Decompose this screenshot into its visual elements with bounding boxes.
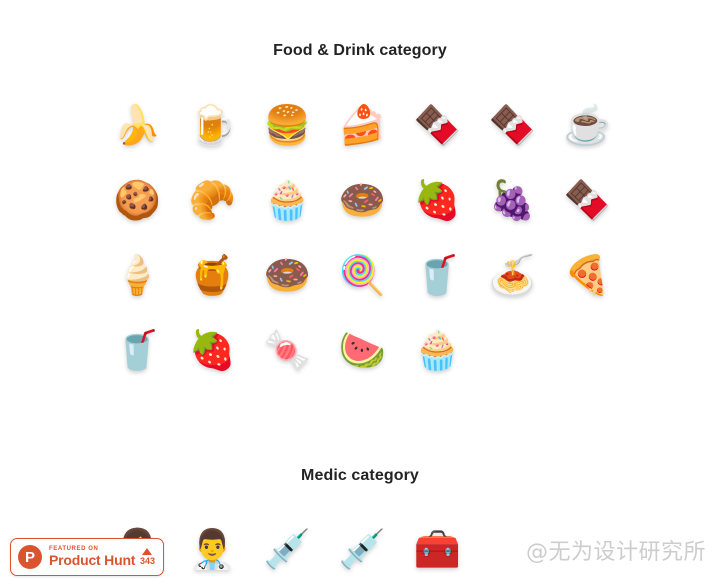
food-icon-grid: 🍌 🍺 🍔 🍰 🍫 🍫 ☕ 🍪 🥐 🧁 🍩 🍓 🍇 🍫 🍦 🍯 🍩 🍭 🥤 🍝 🍕 🥤 🍓 🍬 🍉 🧁 bbox=[0, 88, 720, 388]
pizza-slice-icon-glyph: 🍕 bbox=[563, 254, 612, 297]
icon-row: 🍪 🥐 🧁 🍩 🍓 🍇 🍫 bbox=[0, 163, 720, 238]
filled-syringe-icon-glyph: 💉 bbox=[338, 528, 387, 571]
coffee-cup-icon-glyph: ☕ bbox=[563, 104, 612, 147]
ice-cream-bar-icon-glyph: 🍫 bbox=[563, 179, 612, 222]
strawberry-icon[interactable]: 🍓 bbox=[400, 163, 475, 238]
doctor-icon-glyph: 👨‍⚕️ bbox=[188, 528, 237, 571]
lollipop-icon-glyph: 🍭 bbox=[338, 254, 387, 297]
syringe-icon-glyph: 💉 bbox=[263, 528, 312, 571]
croissant-icon[interactable]: 🥐 bbox=[175, 163, 250, 238]
ice-cream-cone-icon-glyph: 🍦 bbox=[113, 254, 162, 297]
watermark: @无为设计研究所 bbox=[525, 540, 706, 565]
candy-cane-icon-glyph: 🍬 bbox=[263, 329, 312, 372]
icon-row: 🥤 🍓 🍬 🍉 🧁 bbox=[0, 313, 720, 388]
chocolate-donut-icon-glyph: 🍩 bbox=[338, 179, 387, 222]
cookies-icon-glyph: 🍪 bbox=[113, 179, 162, 222]
strawberries-icon[interactable]: 🍓 bbox=[175, 313, 250, 388]
strawberry-icon-glyph: 🍓 bbox=[413, 179, 462, 222]
banana-icon-glyph: 🍌 bbox=[113, 104, 162, 147]
banana-icon[interactable]: 🍌 bbox=[100, 88, 175, 163]
product-hunt-text: FEATURED ON Product Hunt bbox=[49, 546, 136, 569]
product-hunt-badge[interactable]: P FEATURED ON Product Hunt 343 bbox=[10, 538, 164, 576]
cupcake-icon-glyph: 🧁 bbox=[263, 179, 312, 222]
spaghetti-icon-glyph: 🍝 bbox=[488, 254, 537, 297]
hamburger-icon-glyph: 🍔 bbox=[263, 104, 312, 147]
soda-can-icon-glyph: 🥤 bbox=[113, 329, 162, 372]
pink-donut-icon[interactable]: 🍩 bbox=[250, 238, 325, 313]
cupcake-wrapper-icon-glyph: 🧁 bbox=[413, 329, 462, 372]
ice-cream-cone-icon[interactable]: 🍦 bbox=[100, 238, 175, 313]
coffee-cup-icon[interactable]: ☕ bbox=[550, 88, 625, 163]
jam-jar-icon[interactable]: 🍯 bbox=[175, 238, 250, 313]
iced-drink-icon-glyph: 🥤 bbox=[413, 254, 462, 297]
pink-donut-icon-glyph: 🍩 bbox=[263, 254, 312, 297]
cupcake-icon[interactable]: 🧁 bbox=[250, 163, 325, 238]
beer-mug-icon[interactable]: 🍺 bbox=[175, 88, 250, 163]
cookies-icon[interactable]: 🍪 bbox=[100, 163, 175, 238]
beer-mug-icon-glyph: 🍺 bbox=[188, 104, 237, 147]
page-title-medic: Medic category bbox=[301, 467, 419, 484]
spaghetti-icon[interactable]: 🍝 bbox=[475, 238, 550, 313]
medical-kit-icon[interactable]: 🧰 bbox=[400, 512, 475, 584]
grape-jelly-icon-glyph: 🍇 bbox=[488, 179, 537, 222]
chocolate-bar-icon-glyph: 🍫 bbox=[488, 104, 537, 147]
emoji-icon-set-page: Food & Drink category 🍌 🍺 🍔 🍰 🍫 🍫 ☕ 🍪 🥐 🧁 🍩 🍓 🍇 🍫 🍦 🍯 🍩 🍭… bbox=[0, 0, 720, 584]
syringe-icon[interactable]: 💉 bbox=[250, 512, 325, 584]
grape-jelly-icon[interactable]: 🍇 bbox=[475, 163, 550, 238]
pizza-slice-icon[interactable]: 🍕 bbox=[550, 238, 625, 313]
chocolate-wrapper-icon-glyph: 🍫 bbox=[413, 104, 462, 147]
page-title-food: Food & Drink category bbox=[273, 42, 447, 59]
product-hunt-featured-label: FEATURED ON bbox=[49, 545, 99, 552]
product-hunt-logo-icon: P bbox=[18, 545, 42, 569]
watermelon-icon-glyph: 🍉 bbox=[338, 329, 387, 372]
jam-jar-icon-glyph: 🍯 bbox=[188, 254, 237, 297]
chocolate-wrapper-icon[interactable]: 🍫 bbox=[400, 88, 475, 163]
chocolate-bar-icon[interactable]: 🍫 bbox=[475, 88, 550, 163]
lollipop-icon[interactable]: 🍭 bbox=[325, 238, 400, 313]
croissant-icon-glyph: 🥐 bbox=[188, 179, 237, 222]
heart-cake-icon[interactable]: 🍰 bbox=[325, 88, 400, 163]
soda-can-icon[interactable]: 🥤 bbox=[100, 313, 175, 388]
watermelon-icon[interactable]: 🍉 bbox=[325, 313, 400, 388]
heart-cake-icon-glyph: 🍰 bbox=[338, 104, 387, 147]
doctor-icon[interactable]: 👨‍⚕️ bbox=[175, 512, 250, 584]
product-hunt-name: Product Hunt bbox=[49, 552, 136, 569]
chocolate-donut-icon[interactable]: 🍩 bbox=[325, 163, 400, 238]
filled-syringe-icon[interactable]: 💉 bbox=[325, 512, 400, 584]
icon-row: 🍦 🍯 🍩 🍭 🥤 🍝 🍕 bbox=[0, 238, 720, 313]
upvote-count: 343 bbox=[139, 556, 155, 566]
upvote-arrow-icon bbox=[142, 548, 153, 555]
icon-row: 🍌 🍺 🍔 🍰 🍫 🍫 ☕ bbox=[0, 88, 720, 163]
strawberries-icon-glyph: 🍓 bbox=[188, 329, 237, 372]
hamburger-icon[interactable]: 🍔 bbox=[250, 88, 325, 163]
iced-drink-icon[interactable]: 🥤 bbox=[400, 238, 475, 313]
medical-kit-icon-glyph: 🧰 bbox=[413, 528, 462, 571]
cupcake-wrapper-icon[interactable]: 🧁 bbox=[400, 313, 475, 388]
ice-cream-bar-icon[interactable]: 🍫 bbox=[550, 163, 625, 238]
candy-cane-icon[interactable]: 🍬 bbox=[250, 313, 325, 388]
product-hunt-upvote-button[interactable]: 343 bbox=[140, 548, 155, 566]
